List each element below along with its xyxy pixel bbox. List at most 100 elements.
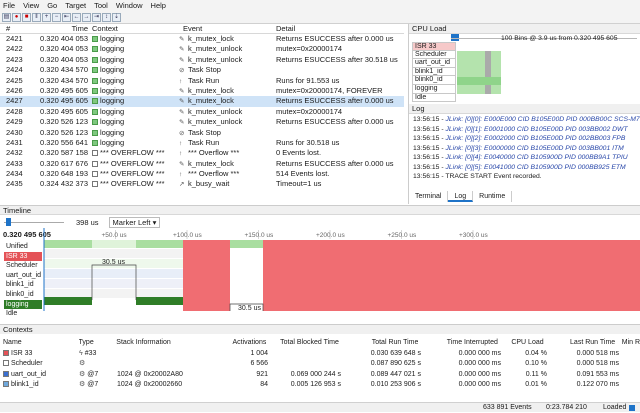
table-row[interactable]: blink1_id ⚙ @7 1024 @ 0x20002660 84 0.005 126… — [0, 380, 640, 391]
zoom-value: 398 us — [76, 217, 99, 227]
col-last-run[interactable]: Last Run Time — [544, 338, 615, 349]
table-row[interactable]: 2424 0.320 434 570 logging ⊘ Task Stop — [0, 65, 404, 75]
table-row[interactable]: 2426 0.320 495 605 logging ✎ k_mutex_lock mut… — [0, 86, 404, 96]
zoom-slider-track — [4, 222, 64, 223]
next-event-icon[interactable]: → — [82, 12, 91, 22]
marker-select[interactable]: Marker Left ▾ — [108, 216, 161, 228]
context-cpu-load: 0.11 % — [525, 370, 547, 378]
table-row[interactable]: 2425 0.320 434 570 logging ↑ Task Run Runs fo… — [0, 76, 404, 86]
col-stack[interactable]: Stack Information — [116, 338, 210, 349]
menu-help[interactable]: Help — [151, 1, 166, 10]
table-row[interactable]: 2433 0.320 617 676 *** OVERFLOW *** ✎ k_mute… — [0, 159, 404, 169]
pause-icon[interactable]: ‖ — [32, 12, 41, 22]
table-row[interactable]: 2423 0.320 404 053 logging ✎ k_mutex_unlock R… — [0, 55, 404, 65]
col-interrupted[interactable]: Time Interrupted — [418, 338, 498, 349]
timeline-canvas[interactable]: +50.0 us +100.0 us +150.0 us +200.0 us +250.… — [0, 228, 640, 323]
table-row[interactable]: 2421 0.320 404 053 logging ✎ k_mutex_lock Ret… — [0, 34, 404, 44]
col-min-run[interactable]: Min R — [615, 338, 640, 349]
col-context[interactable]: Context — [90, 24, 177, 34]
menu-file[interactable]: File — [3, 1, 15, 10]
event-detail: Returns ESUCCESS after 0.000 us — [276, 34, 394, 43]
stop-icon[interactable]: ■ — [22, 12, 31, 22]
event-type-icon: ✎ — [179, 56, 185, 64]
zoom-out-icon[interactable]: − — [52, 12, 61, 22]
event-detail: Runs for 91.553 us — [276, 75, 340, 85]
event-time: 0.320 404 053 — [40, 54, 88, 64]
menu-go[interactable]: Go — [47, 1, 57, 10]
tab-log[interactable]: Log — [448, 191, 474, 202]
first-event-icon[interactable]: ⇤ — [62, 12, 71, 22]
col-number[interactable]: # — [0, 24, 25, 34]
menu-window[interactable]: Window — [116, 1, 143, 10]
context-color-icon — [92, 56, 98, 63]
col-time[interactable]: Time — [25, 24, 90, 34]
col-name[interactable]: Name — [0, 338, 79, 349]
col-event[interactable]: Event — [177, 24, 274, 34]
context-run-time: 0.030 639 648 s — [370, 349, 421, 357]
event-number: 2425 — [6, 75, 23, 85]
table-row[interactable]: 2435 0.324 432 373 *** OVERFLOW *** ↗ k_busy… — [0, 179, 404, 189]
record-icon[interactable]: ● — [12, 12, 21, 22]
event-name-label: k_busy_wait — [188, 179, 230, 189]
zoom-slider-handle[interactable] — [6, 218, 11, 226]
col-type[interactable]: Type — [79, 338, 117, 349]
event-detail: Returns ESUCCESS after 0.000 us — [276, 117, 394, 127]
menu-view[interactable]: View — [23, 1, 39, 10]
menu-tool[interactable]: Tool — [94, 1, 108, 10]
table-row[interactable]: 2427 0.320 495 605 logging ✎ k_mutex_lock Ret… — [0, 96, 404, 107]
event-context-label: logging — [100, 127, 125, 137]
event-context: logging — [90, 86, 177, 96]
zoom-slider[interactable] — [0, 217, 70, 227]
table-row[interactable]: Scheduler ⚙ 6 566 0.087 890 625 s 0.000 000 … — [0, 359, 640, 370]
marker-select-value: Marker Left — [112, 217, 151, 227]
timeline-controls: 398 us Marker Left ▾ — [0, 216, 640, 228]
status-indicator-icon — [629, 405, 635, 411]
log-text: JLink: [0][3]: E0000000 CID B105E00D PID… — [445, 144, 624, 152]
event-number: 2428 — [6, 106, 23, 116]
last-event-icon[interactable]: ⇥ — [92, 12, 101, 22]
log-timestamp: 13:56:15 - — [413, 154, 446, 161]
log-line: 13:56:15 - JLink: [0][1]: E0001000 CID B… — [409, 125, 640, 135]
table-row[interactable]: 2429 0.320 526 123 logging ✎ k_mutex_unlock R… — [0, 117, 404, 127]
table-row[interactable]: 2428 0.320 495 605 logging ✎ k_mutex_unlock m… — [0, 107, 404, 117]
events-table: 2421 0.320 404 053 logging ✎ k_mutex_lock Ret… — [0, 34, 404, 190]
context-type: ⚙ @7 — [79, 380, 117, 391]
table-row[interactable]: 2434 0.320 648 193 *** OVERFLOW *** ↑ *** Ov… — [0, 169, 404, 179]
event-name: ⊘ Task Stop — [177, 128, 274, 138]
event-context-label: *** OVERFLOW *** — [100, 179, 165, 189]
prev-event-icon[interactable]: ← — [72, 12, 81, 22]
col-cpu-load[interactable]: CPU Load — [498, 338, 543, 349]
go-to-icon[interactable]: ↕ — [102, 12, 111, 22]
col-detail[interactable]: Detail — [274, 24, 404, 34]
event-type-icon: ✎ — [179, 46, 185, 54]
context-last-run: 0.122 070 ms — [576, 381, 619, 388]
event-detail — [274, 128, 404, 138]
event-name: ✎ k_mutex_unlock — [177, 107, 274, 117]
table-row[interactable]: 2422 0.320 404 053 logging ✎ k_mutex_unlock m… — [0, 44, 404, 54]
context-stack — [117, 359, 212, 370]
logging-running — [136, 297, 183, 305]
event-detail: mutex=0x20000174, FOREVER — [276, 85, 383, 95]
log-text: JLink: [0][0]: E000E000 CID B105E00D PID… — [445, 116, 640, 123]
table-row[interactable]: ISR 33 ϟ #33 1 004 0.030 639 648 s 0.000 000 … — [0, 349, 640, 360]
zoom-in-icon[interactable]: + — [42, 12, 51, 22]
open-icon[interactable]: ▤ — [2, 12, 11, 22]
context-type: ⚙ — [79, 359, 117, 370]
context-color-icon — [92, 46, 98, 53]
log-timestamp: 13:56:15 - — [413, 144, 446, 152]
table-row[interactable]: 2432 0.320 587 158 *** OVERFLOW *** ↑ *** Ov… — [0, 148, 404, 158]
tab-runtime[interactable]: Runtime — [473, 191, 513, 202]
event-name: ↑ Task Run — [177, 76, 274, 86]
event-time: 0.320 526 123 — [40, 127, 88, 137]
col-run[interactable]: Total Run Time — [339, 338, 419, 349]
col-blocked[interactable]: Total Blocked Time — [266, 338, 339, 349]
table-row[interactable]: uart_out_id ⚙ @7 1024 @ 0x20002A80 921 0.069 … — [0, 370, 640, 381]
event-name-label: *** Overflow *** — [188, 169, 240, 179]
col-activations[interactable]: Activations — [211, 338, 267, 349]
tab-terminal[interactable]: Terminal — [409, 191, 449, 202]
table-row[interactable]: 2431 0.320 556 641 logging ↑ Task Run Runs fo… — [0, 138, 404, 148]
scroll-lock-icon[interactable]: ⇣ — [112, 12, 121, 22]
table-row[interactable]: 2430 0.320 526 123 logging ⊘ Task Stop — [0, 128, 404, 138]
menu-target[interactable]: Target — [65, 1, 86, 10]
event-time: 0.320 495 605 — [40, 96, 88, 106]
